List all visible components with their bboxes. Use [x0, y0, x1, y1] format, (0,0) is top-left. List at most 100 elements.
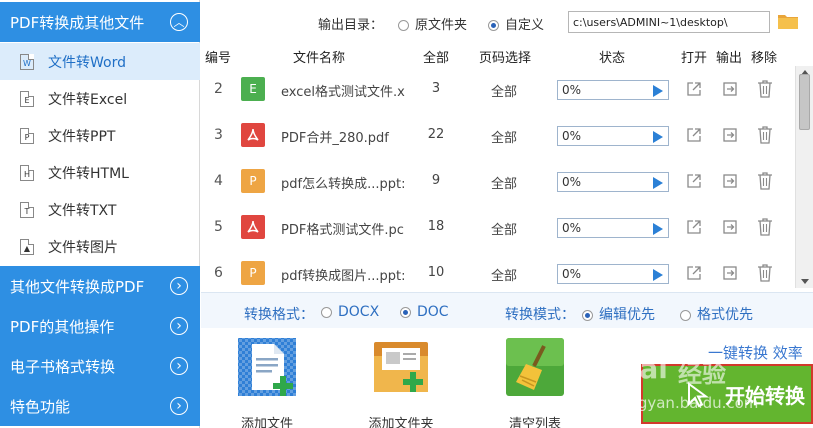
category-2[interactable]: 电子书格式转换 ›: [0, 346, 200, 386]
page-count: 22: [427, 127, 445, 142]
output-path-input[interactable]: [568, 11, 770, 33]
progress-bar: 0%: [557, 126, 669, 146]
trash-icon[interactable]: [757, 218, 773, 236]
clear-list-button[interactable]: 清空列表: [495, 336, 575, 428]
open-icon[interactable]: [686, 81, 702, 97]
page-count: 3: [431, 81, 441, 96]
ppt-file-icon: P: [20, 127, 34, 144]
sidebar-item-5[interactable]: ▲ 文件转图片: [0, 228, 200, 265]
sidebar-item-3[interactable]: H 文件转HTML: [0, 154, 200, 191]
icon-glyph: H: [23, 169, 30, 179]
export-icon[interactable]: [722, 173, 738, 189]
export-icon[interactable]: [722, 265, 738, 281]
excel-file-icon: E: [241, 77, 265, 101]
sidebar-item-2[interactable]: P 文件转PPT: [0, 117, 200, 154]
header-status: 状态: [599, 51, 626, 66]
add-folder-icon: [374, 342, 428, 392]
page-select[interactable]: 全部: [491, 219, 517, 238]
progress-bar: 0%: [557, 80, 669, 100]
export-icon[interactable]: [722, 81, 738, 97]
table-row[interactable]: 4 Ppdf怎么转换成...ppt: 9 全部 0%: [201, 158, 795, 204]
play-icon[interactable]: [653, 85, 663, 97]
chevron-right-icon: ›: [170, 397, 188, 415]
add-file-button[interactable]: 添加文件: [227, 336, 307, 428]
row-index: 4: [214, 173, 223, 189]
open-icon[interactable]: [686, 173, 702, 189]
export-icon[interactable]: [722, 127, 738, 143]
radio-mode-format[interactable]: 格式优先: [680, 304, 753, 324]
table-row[interactable]: 2 Eexcel格式测试文件.x 3 全部 0%: [201, 66, 795, 112]
trash-icon[interactable]: [757, 80, 773, 98]
folder-icon[interactable]: [778, 13, 798, 29]
radio-mode-edit[interactable]: 编辑优先: [582, 304, 655, 324]
sidebar-item-label: 文件转Excel: [48, 91, 128, 108]
radio-custom-folder[interactable]: 自定义: [488, 14, 544, 33]
trash-icon[interactable]: [757, 264, 773, 282]
page-select[interactable]: 全部: [491, 265, 517, 284]
play-icon[interactable]: [653, 131, 663, 143]
category-0[interactable]: 其他文件转换成PDF ›: [0, 266, 200, 306]
app-window: PDF转换成其他文件 ︿ W 文件转Word E 文件转Excel P 文件转PPT H 文件…: [0, 0, 813, 428]
page-select[interactable]: 全部: [491, 173, 517, 192]
export-icon[interactable]: [722, 219, 738, 235]
sidebar: PDF转换成其他文件 ︿ W 文件转Word E 文件转Excel P 文件转PPT H 文件…: [0, 0, 200, 428]
progress-text: 0%: [562, 175, 582, 189]
chevron-right-icon: ›: [170, 277, 188, 295]
start-convert-button[interactable]: 开始转换: [641, 364, 813, 424]
radio-label: 编辑优先: [599, 307, 655, 323]
sidebar-item-label: 文件转HTML: [48, 165, 129, 182]
chevron-up-icon: ︿: [170, 13, 188, 31]
row-index: 5: [214, 219, 223, 235]
scroll-thumb[interactable]: [799, 74, 810, 130]
play-icon[interactable]: [653, 177, 663, 189]
header-page-select: 页码选择: [479, 51, 532, 66]
convert-arrow-icon: [688, 382, 710, 408]
scroll-down-icon[interactable]: [801, 279, 809, 284]
txt-file-icon: T: [20, 201, 34, 218]
radio-icon: [321, 306, 332, 318]
vertical-scrollbar[interactable]: [795, 66, 813, 288]
ppt-file-icon: P: [241, 169, 265, 193]
open-icon[interactable]: [686, 265, 702, 281]
sidebar-item-4[interactable]: T 文件转TXT: [0, 191, 200, 228]
page-count: 9: [431, 173, 441, 188]
sidebar-item-1[interactable]: E 文件转Excel: [0, 80, 200, 117]
pdf-file-icon: [241, 123, 265, 147]
radio-original-folder[interactable]: 原文件夹: [398, 14, 467, 33]
radio-label: DOCX: [338, 304, 380, 320]
sidebar-item-0[interactable]: W 文件转Word: [0, 43, 200, 80]
sidebar-item-label: 文件转图片: [48, 239, 118, 256]
page-select[interactable]: 全部: [491, 81, 517, 100]
add-folder-label: 添加文件夹: [368, 417, 434, 428]
chevron-right-icon: ›: [170, 357, 188, 375]
radio-format-doc[interactable]: DOC: [400, 304, 449, 320]
table-row[interactable]: 5 PDF格式测试文件.pc 18 全部 0%: [201, 204, 795, 250]
trash-icon[interactable]: [757, 172, 773, 190]
output-directory-bar: 输出目录： 原文件夹 自定义: [201, 0, 813, 44]
table-row[interactable]: 3 PDF合并_280.pdf 22 全部 0%: [201, 112, 795, 158]
open-icon[interactable]: [686, 219, 702, 235]
open-icon[interactable]: [686, 127, 702, 143]
trash-icon[interactable]: [757, 126, 773, 144]
output-directory-label: 输出目录：: [318, 18, 384, 33]
excel-file-icon: E: [20, 90, 34, 107]
add-folder-button[interactable]: 添加文件夹: [361, 336, 441, 428]
category-pdf-to-other[interactable]: PDF转换成其他文件 ︿: [0, 2, 200, 42]
radio-format-docx[interactable]: DOCX: [321, 304, 379, 320]
page-select[interactable]: 全部: [491, 127, 517, 146]
file-name: pdf转换成图片...ppt:: [281, 269, 406, 284]
page-count: 18: [427, 219, 445, 234]
add-file-icon: [238, 338, 296, 396]
play-icon[interactable]: [653, 223, 663, 235]
file-name: PDF合并_280.pdf: [281, 131, 389, 146]
row-index: 6: [214, 265, 223, 281]
sidebar-item-label: 文件转TXT: [48, 202, 117, 219]
header-open: 打开: [681, 51, 708, 66]
play-icon[interactable]: [653, 269, 663, 281]
html-file-icon: H: [20, 164, 34, 181]
category-label: PDF转换成其他文件: [10, 13, 145, 32]
category-3[interactable]: 特色功能 ›: [0, 386, 200, 426]
category-1[interactable]: PDF的其他操作 ›: [0, 306, 200, 346]
one-click-convert-text: 一键转换 效率: [708, 344, 803, 362]
table-row[interactable]: 6 Ppdf转换成图片...ppt: 10 全部 0%: [201, 250, 795, 288]
